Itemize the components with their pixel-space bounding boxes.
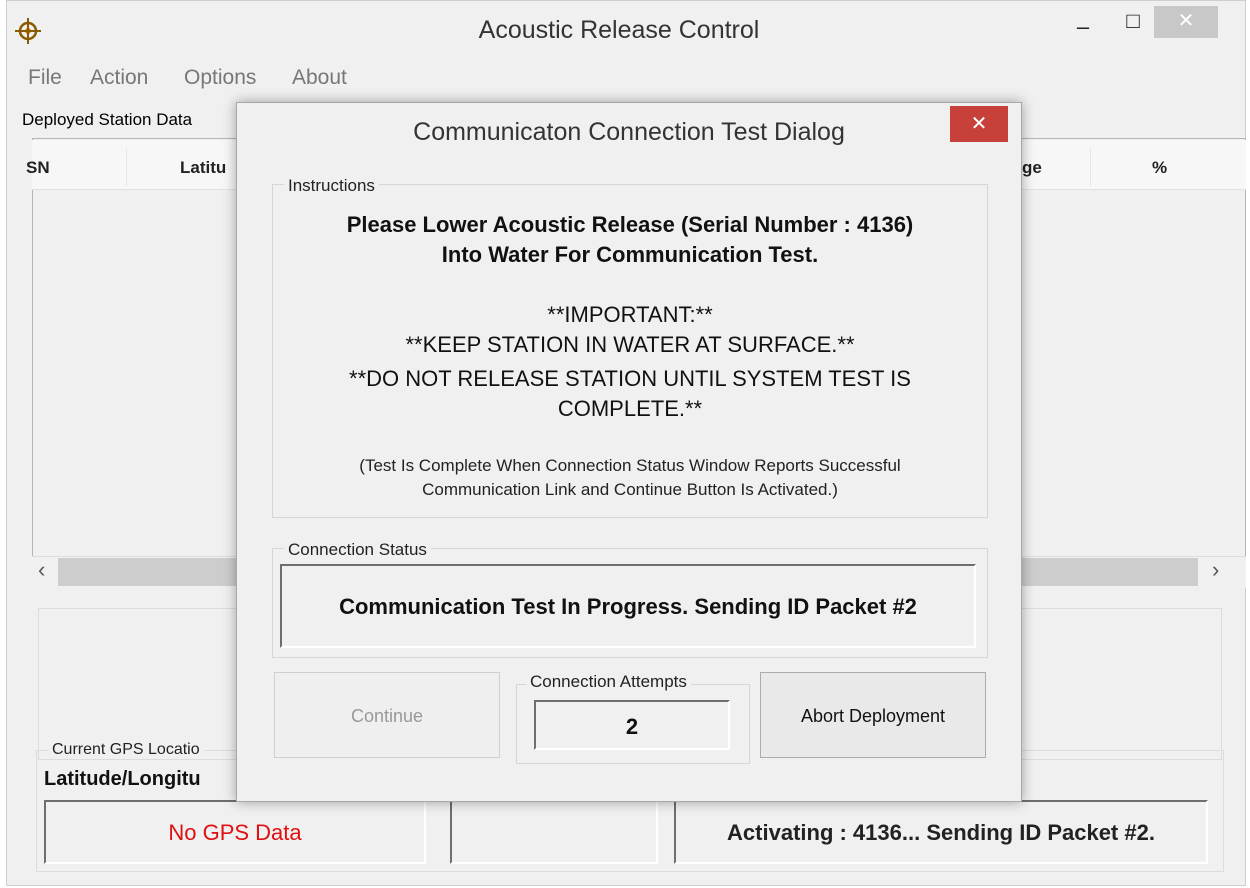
maximize-button[interactable]: □ xyxy=(1118,8,1148,36)
gps-group-label: Current GPS Locatio xyxy=(48,741,204,759)
status-text: Activating : 4136... Sending ID Packet #… xyxy=(727,820,1155,845)
connection-status-label: Connection Status xyxy=(284,540,431,560)
dialog-title: Communicaton Connection Test Dialog xyxy=(413,118,845,146)
menu-file[interactable]: File xyxy=(28,66,62,90)
instruction-note: (Test Is Complete When Connection Status… xyxy=(359,456,901,475)
dialog-close-button[interactable]: ✕ xyxy=(950,106,1008,142)
column-header-latitude[interactable]: Latitu xyxy=(180,158,226,178)
gps-value: No GPS Data xyxy=(168,820,302,845)
instruction-line: **KEEP STATION IN WATER AT SURFACE.** xyxy=(405,332,855,357)
instruction-line: Into Water For Communication Test. xyxy=(441,242,819,267)
connection-attempts-label: Connection Attempts xyxy=(526,672,691,692)
column-divider xyxy=(126,148,127,186)
minimize-button[interactable]: – xyxy=(1068,14,1098,42)
window-title: Acoustic Release Control xyxy=(478,16,760,44)
gps-secondary-box xyxy=(450,800,658,864)
menu-about[interactable]: About xyxy=(292,66,347,90)
instruction-line: Please Lower Acoustic Release (Serial Nu… xyxy=(346,212,914,237)
instruction-line: **DO NOT RELEASE STATION UNTIL SYSTEM TE… xyxy=(349,366,911,391)
column-header-voltage[interactable]: ge xyxy=(1022,158,1042,178)
menu-action[interactable]: Action xyxy=(90,66,148,90)
instruction-line: COMPLETE.** xyxy=(557,396,703,421)
column-divider xyxy=(1090,148,1091,186)
scroll-right-icon[interactable]: › xyxy=(1212,557,1219,583)
instruction-note: Communication Link and Continue Button I… xyxy=(422,480,838,499)
connection-status-text: Communication Test In Progress. Sending … xyxy=(339,594,917,619)
scroll-left-icon[interactable]: ‹ xyxy=(38,557,45,583)
instruction-line: **IMPORTANT:** xyxy=(547,302,713,327)
latlon-label: Latitude/Longitu xyxy=(44,768,201,790)
close-button[interactable]: ✕ xyxy=(1154,6,1218,38)
instructions-label: Instructions xyxy=(284,176,379,196)
abort-deployment-button[interactable]: Abort Deployment xyxy=(760,672,986,758)
column-header-percent[interactable]: % xyxy=(1152,158,1167,178)
menu-options[interactable]: Options xyxy=(184,66,256,90)
deployed-station-tab[interactable]: Deployed Station Data xyxy=(22,110,192,130)
attempts-value: 2 xyxy=(625,714,639,739)
column-header-sn[interactable]: SN xyxy=(26,158,50,178)
continue-button[interactable]: Continue xyxy=(274,672,500,758)
